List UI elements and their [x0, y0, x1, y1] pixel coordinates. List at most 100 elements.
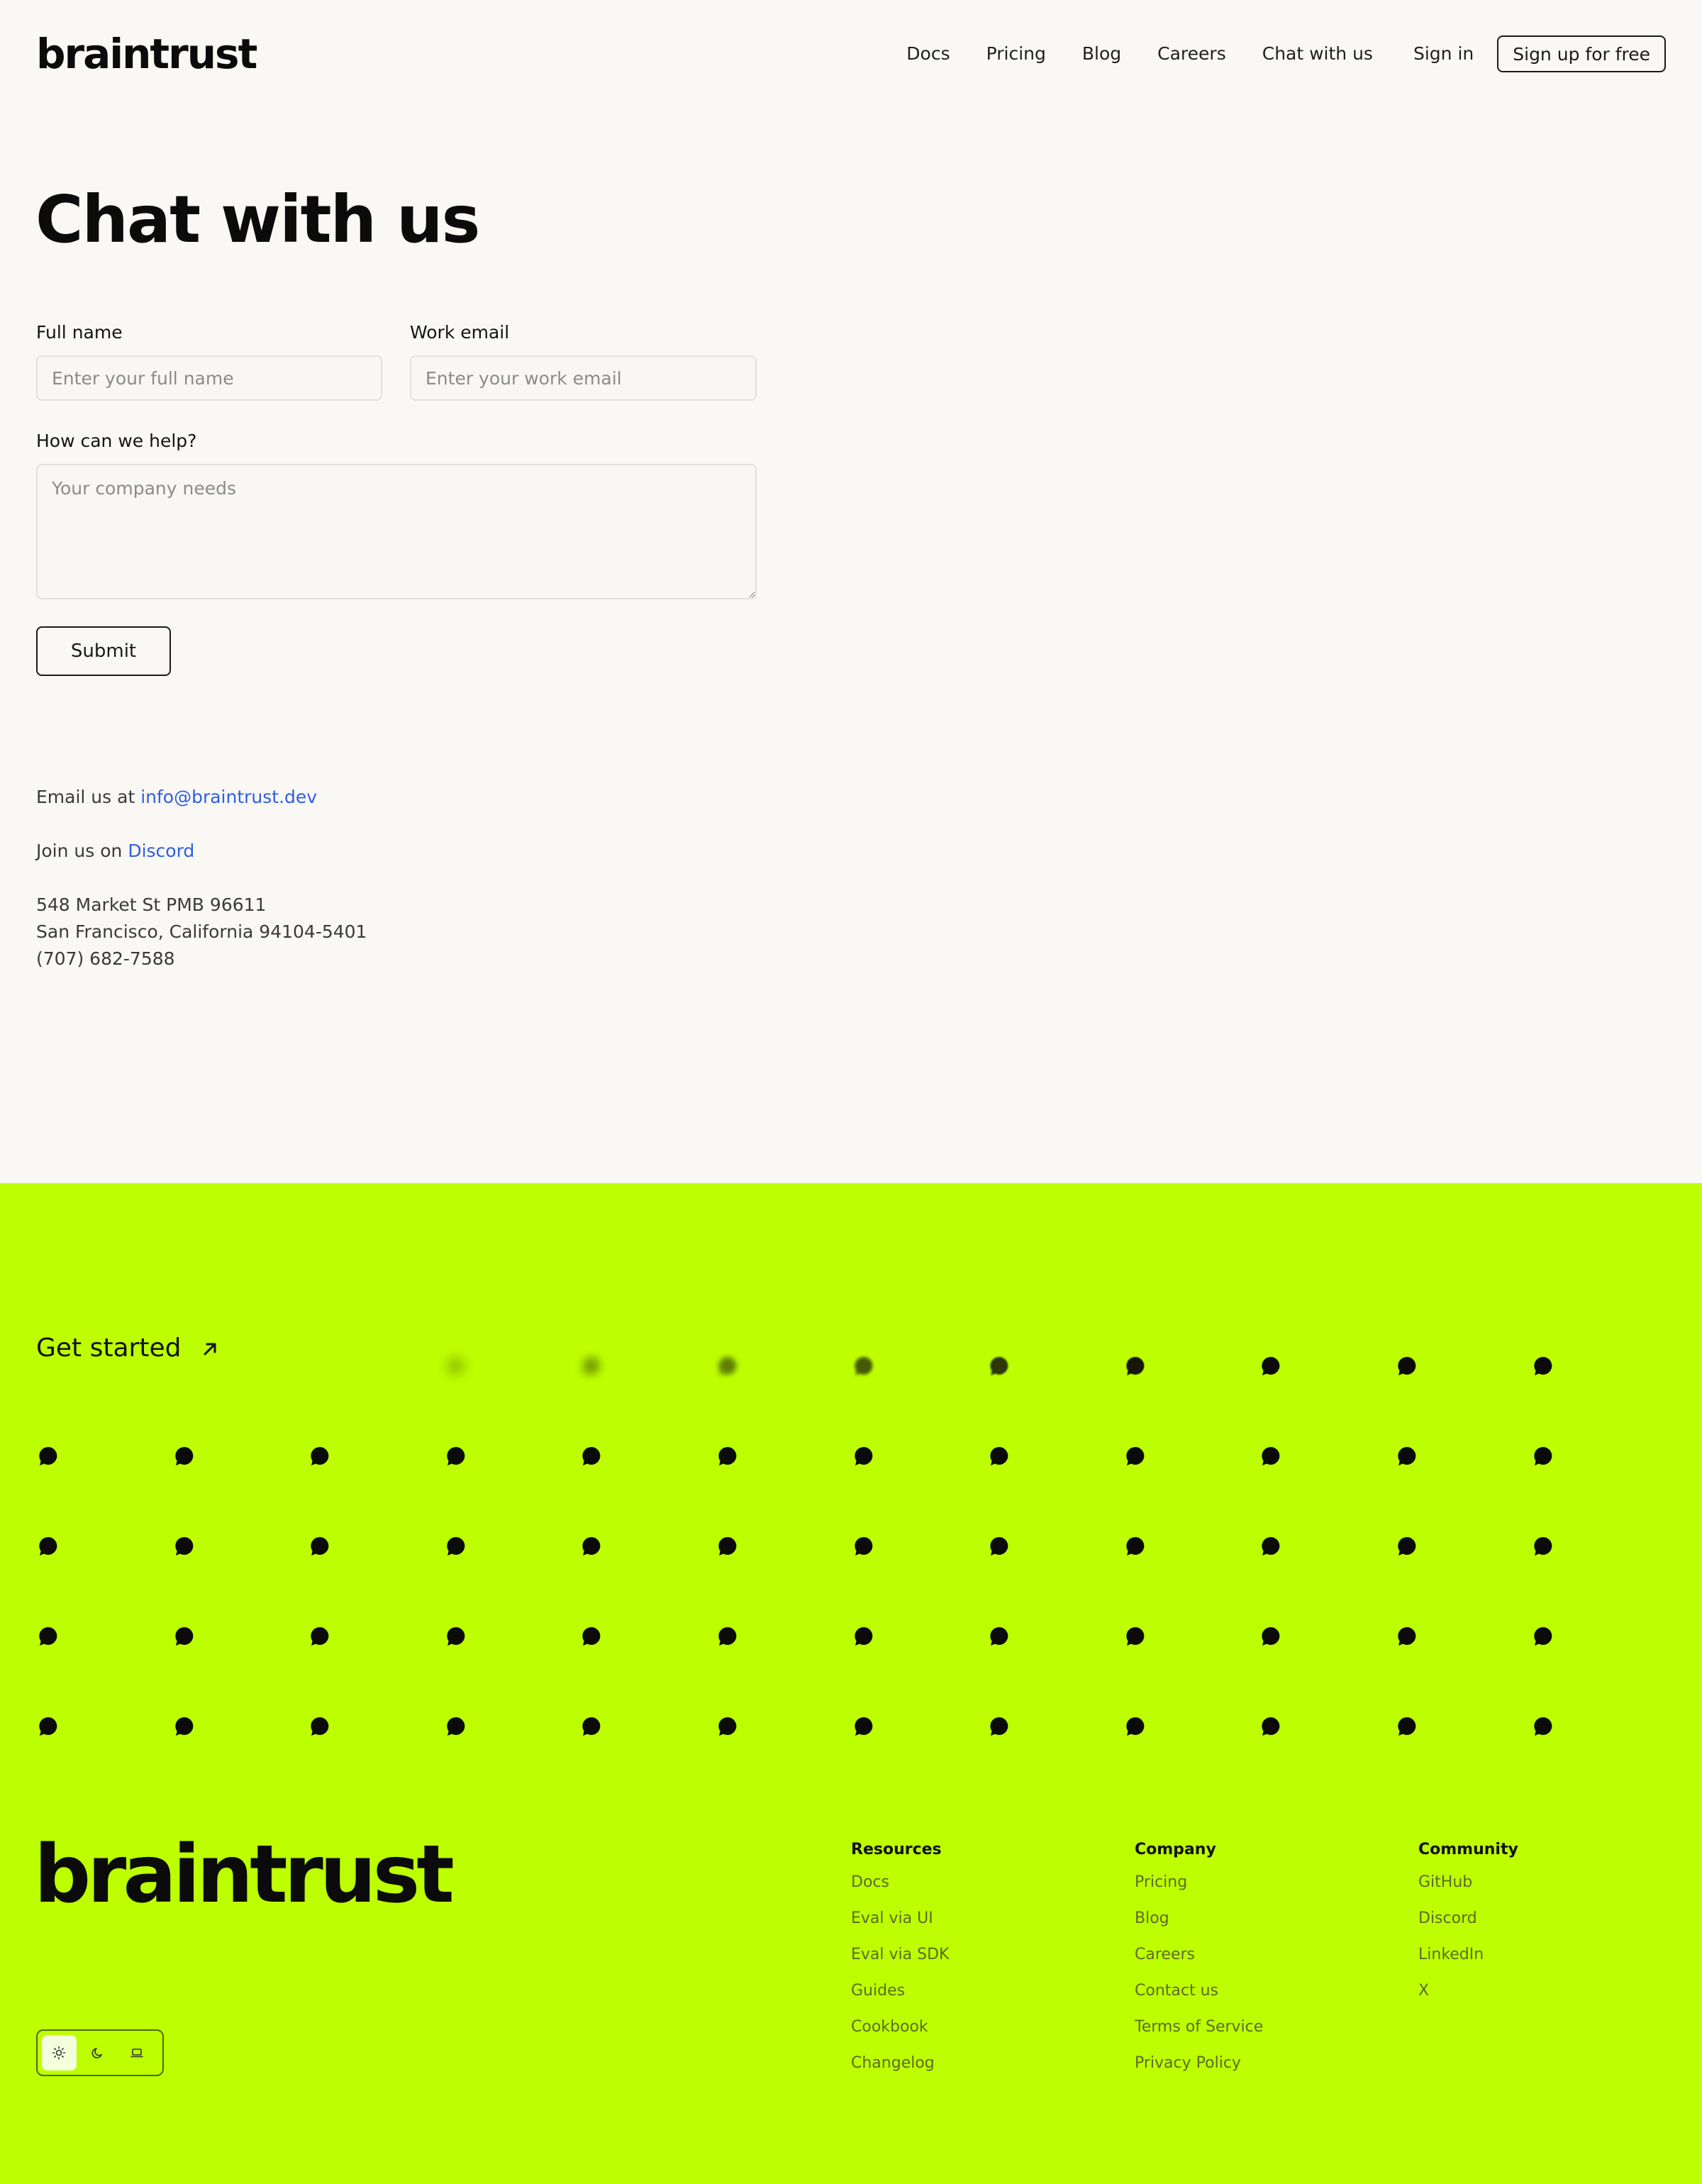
footer-link-changelog[interactable]: Changelog — [851, 2045, 949, 2081]
nav-blog[interactable]: Blog — [1082, 35, 1121, 72]
get-started-link[interactable]: Get started — [36, 1334, 221, 1363]
speech-bubble-icon — [1262, 1626, 1280, 1646]
phone-number: (707) 682-7588 — [36, 948, 175, 969]
theme-light-button[interactable] — [42, 2035, 77, 2071]
speech-bubble-icon — [582, 1626, 601, 1646]
nav-docs[interactable]: Docs — [906, 35, 950, 72]
footer-col-community: Community GitHub Discord LinkedIn X — [1418, 1836, 1518, 2009]
speech-bubble-icon — [718, 1356, 737, 1375]
nav-pricing[interactable]: Pricing — [986, 35, 1046, 72]
speech-bubble-icon — [1262, 1536, 1280, 1556]
speech-bubble-icon — [447, 1717, 465, 1736]
speech-bubble-icon — [1398, 1717, 1416, 1736]
footer-link-github[interactable]: GitHub — [1418, 1864, 1518, 1900]
speech-bubble-icon — [990, 1356, 1008, 1375]
footer-link-guides[interactable]: Guides — [851, 1973, 949, 2009]
speech-bubble-icon — [990, 1536, 1008, 1556]
speech-bubble-icon — [582, 1356, 601, 1375]
work-email-input[interactable] — [410, 355, 757, 401]
footer-link-pricing[interactable]: Pricing — [1135, 1864, 1263, 1900]
nav-sign-in[interactable]: Sign in — [1413, 35, 1474, 72]
theme-system-button[interactable] — [119, 2035, 154, 2071]
col-heading-resources: Resources — [851, 1841, 942, 1858]
email-line: Email us at info@braintrust.dev — [36, 784, 317, 811]
speech-bubble-icon — [1262, 1356, 1280, 1375]
speech-bubble-icon — [718, 1536, 737, 1556]
discord-line: Join us on Discord — [36, 838, 194, 865]
speech-bubble-icon — [174, 1446, 193, 1465]
signup-button[interactable]: Sign up for free — [1497, 35, 1666, 72]
sun-icon — [52, 2046, 66, 2060]
theme-switcher — [36, 2029, 164, 2076]
footer-link-eval-sdk[interactable]: Eval via SDK — [851, 1936, 949, 1973]
speech-bubble-icon — [854, 1446, 872, 1465]
page-title: Chat with us — [35, 182, 480, 257]
moon-icon — [91, 2048, 102, 2058]
footer-link-careers[interactable]: Careers — [1135, 1936, 1263, 1973]
site-footer: Get started braintrust Resources Docs Ev… — [0, 1183, 1702, 2184]
speech-bubble-icon — [1126, 1626, 1145, 1646]
theme-dark-button[interactable] — [81, 2035, 116, 2071]
speech-bubble-icon — [1398, 1536, 1416, 1556]
speech-bubble-icon — [990, 1446, 1008, 1465]
address-line-1: 548 Market St PMB 96611 — [36, 894, 267, 915]
speech-bubble-icon — [1262, 1446, 1280, 1465]
speech-bubble-icon — [447, 1626, 465, 1646]
speech-bubble-icon — [854, 1536, 872, 1556]
footer-link-privacy[interactable]: Privacy Policy — [1135, 2045, 1263, 2081]
work-email-label: Work email — [410, 322, 510, 343]
footer-link-x[interactable]: X — [1418, 1973, 1518, 2009]
speech-bubble-icon — [311, 1446, 329, 1465]
nav-chat-with-us[interactable]: Chat with us — [1262, 35, 1373, 72]
speech-bubble-icon — [582, 1536, 601, 1556]
footer-link-linkedin[interactable]: LinkedIn — [1418, 1936, 1518, 1973]
submit-button[interactable]: Submit — [36, 626, 171, 676]
footer-link-discord[interactable]: Discord — [1418, 1900, 1518, 1936]
footer-link-cookbook[interactable]: Cookbook — [851, 2009, 949, 2045]
footer-col-resources: Resources Docs Eval via UI Eval via SDK … — [851, 1836, 949, 2081]
speech-bubble-icon — [1533, 1356, 1552, 1375]
help-textarea[interactable] — [36, 464, 757, 599]
speech-bubble-icon — [39, 1626, 57, 1646]
footer-link-docs[interactable]: Docs — [851, 1864, 949, 1900]
speech-bubble-icon — [1398, 1356, 1416, 1375]
discord-prefix: Join us on — [36, 841, 123, 861]
discord-link[interactable]: Discord — [128, 841, 194, 861]
speech-bubble-icon — [1398, 1626, 1416, 1646]
speech-bubble-icon — [39, 1717, 57, 1736]
braintrust-logo[interactable]: braintrust — [36, 26, 257, 82]
footer-link-blog[interactable]: Blog — [1135, 1900, 1263, 1936]
email-link[interactable]: info@braintrust.dev — [140, 787, 317, 807]
footer-link-eval-ui[interactable]: Eval via UI — [851, 1900, 949, 1936]
speech-bubble-icon — [1126, 1717, 1145, 1736]
footer-link-contact[interactable]: Contact us — [1135, 1973, 1263, 2009]
main-nav: Docs Pricing Blog Careers Chat with us S… — [906, 35, 1666, 72]
full-name-label: Full name — [36, 322, 123, 343]
laptop-icon — [130, 2049, 143, 2058]
speech-bubble-icon — [1398, 1446, 1416, 1465]
speech-bubble-icon — [854, 1356, 872, 1375]
speech-bubble-icon — [1533, 1536, 1552, 1556]
speech-bubble-icon — [1126, 1356, 1145, 1375]
speech-bubble-icon — [1126, 1446, 1145, 1465]
speech-bubble-icon — [990, 1717, 1008, 1736]
site-header: braintrust Docs Pricing Blog Careers Cha… — [0, 0, 1702, 108]
footer-link-terms[interactable]: Terms of Service — [1135, 2009, 1263, 2045]
col-heading-community: Community — [1418, 1841, 1518, 1858]
speech-bubble-icon — [174, 1717, 193, 1736]
speech-bubble-icon — [447, 1446, 465, 1465]
speech-bubble-icon — [39, 1446, 57, 1465]
speech-bubble-icon — [582, 1717, 601, 1736]
speech-bubble-icon — [718, 1446, 737, 1465]
email-prefix: Email us at — [36, 787, 135, 807]
speech-bubble-icon — [718, 1717, 737, 1736]
speech-bubble-icon — [174, 1536, 193, 1556]
col-heading-company: Company — [1135, 1841, 1216, 1858]
speech-bubble-icon — [447, 1536, 465, 1556]
decorative-bubble-grid — [0, 1183, 1702, 1751]
speech-bubble-icon — [447, 1356, 465, 1375]
speech-bubble-icon — [39, 1536, 57, 1556]
full-name-input[interactable] — [36, 355, 382, 401]
speech-bubble-icon — [174, 1626, 193, 1646]
nav-careers[interactable]: Careers — [1157, 35, 1226, 72]
